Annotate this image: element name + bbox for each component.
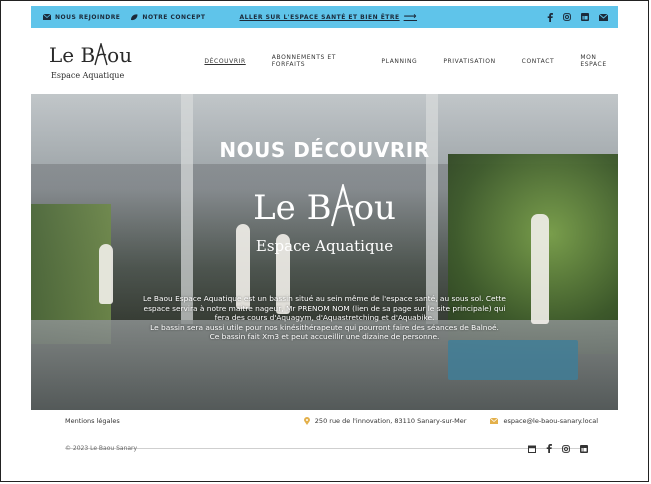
join-link[interactable]: NOUS REJOINDRE bbox=[43, 14, 120, 21]
copyright: © 2023 Le Baou Sanary bbox=[65, 445, 138, 452]
logo-a-mark-icon bbox=[94, 42, 108, 65]
logo-text-end: ou bbox=[107, 42, 133, 67]
main-nav: DÉCOUVRIR ABONNEMENTS ET FORFAITS PLANNI… bbox=[204, 54, 618, 68]
facebook-icon[interactable] bbox=[547, 12, 553, 22]
instagram-icon[interactable] bbox=[563, 13, 571, 21]
nav-contact[interactable]: CONTACT bbox=[522, 58, 555, 65]
instagram-icon[interactable] bbox=[562, 444, 570, 453]
calendar-icon[interactable] bbox=[528, 445, 536, 453]
hero-description-paragraph: Le Baou Espace Aquatique est un bassin s… bbox=[143, 294, 506, 322]
site-logo[interactable]: Le B ou Espace Aquatique bbox=[31, 42, 162, 80]
top-social-links bbox=[547, 12, 618, 22]
footer-address-text: 250 rue de l'innovation, 83110 Sanary-su… bbox=[314, 417, 467, 425]
facebook-icon[interactable] bbox=[546, 444, 552, 453]
envelope-icon bbox=[490, 418, 499, 424]
logo-subtitle: Espace Aquatique bbox=[51, 70, 125, 80]
leaf-icon bbox=[131, 13, 138, 20]
concept-label: NOTRE CONCEPT bbox=[142, 13, 206, 21]
site-footer: Mentions légales 250 rue de l'innovation… bbox=[31, 410, 618, 481]
hero-description-paragraph: Le bassin sera aussi utile pour nos kiné… bbox=[150, 322, 499, 332]
hero-logo-subtitle: Espace Aquatique bbox=[255, 237, 394, 255]
footer-info-row: Mentions légales 250 rue de l'innovation… bbox=[65, 417, 598, 425]
mail-icon[interactable] bbox=[599, 13, 608, 21]
nav-abonnements[interactable]: ABONNEMENTS ET FORFAITS bbox=[272, 54, 356, 68]
hero-section: NOUS DÉCOUVRIR Le B ou Espace Aquatique … bbox=[31, 94, 618, 410]
linkedin-icon[interactable] bbox=[580, 444, 588, 453]
site-header: Le B ou Espace Aquatique DÉCOUVRIR ABONN… bbox=[31, 28, 618, 94]
hero-logo-wordmark: Le B ou bbox=[253, 184, 396, 228]
logo-wordmark: Le B ou bbox=[49, 42, 162, 67]
map-pin-icon bbox=[303, 417, 310, 425]
envelope-icon bbox=[43, 14, 51, 20]
hero-logo-text-end: ou bbox=[353, 188, 396, 228]
footer-address: 250 rue de l'innovation, 83110 Sanary-su… bbox=[303, 417, 467, 425]
hero-description: Le Baou Espace Aquatique est un bassin s… bbox=[141, 294, 508, 342]
linkedin-icon[interactable] bbox=[581, 13, 589, 21]
hero-description-paragraph: Ce bassin fait Xm3 et peut accueillir un… bbox=[209, 332, 440, 341]
health-space-link[interactable]: ALLER SUR L'ESPACE SANTÉ ET BIEN ÊTRE ⟶ bbox=[239, 12, 417, 22]
arrow-right-icon: ⟶ bbox=[403, 12, 418, 22]
hero-logo: Le B ou Espace Aquatique bbox=[31, 184, 618, 255]
nav-decouvrir[interactable]: DÉCOUVRIR bbox=[204, 58, 245, 65]
footer-social-links bbox=[528, 444, 588, 453]
nav-planning[interactable]: PLANNING bbox=[381, 58, 417, 65]
footer-email[interactable]: espace@le-baou-sanary.local bbox=[490, 417, 598, 425]
footer-divider bbox=[65, 448, 588, 449]
legal-link[interactable]: Mentions légales bbox=[65, 417, 120, 425]
health-space-label: ALLER SUR L'ESPACE SANTÉ ET BIEN ÊTRE bbox=[239, 13, 400, 21]
hero-background-pool bbox=[448, 340, 578, 380]
top-bar: NOUS REJOINDRE NOTRE CONCEPT ALLER SUR L… bbox=[31, 6, 618, 28]
hero-title: NOUS DÉCOUVRIR bbox=[219, 138, 430, 162]
footer-email-text: espace@le-baou-sanary.local bbox=[503, 417, 598, 425]
hero-logo-a-mark-icon bbox=[330, 184, 355, 227]
hero-logo-text-start: Le B bbox=[253, 188, 332, 228]
join-label: NOUS REJOINDRE bbox=[55, 13, 121, 21]
logo-text-start: Le B bbox=[49, 42, 96, 67]
concept-link[interactable]: NOTRE CONCEPT bbox=[130, 14, 205, 21]
page: NOUS REJOINDRE NOTRE CONCEPT ALLER SUR L… bbox=[0, 0, 649, 482]
nav-mon-espace[interactable]: MON ESPACE bbox=[580, 54, 618, 68]
nav-privatisation[interactable]: PRIVATISATION bbox=[443, 58, 495, 65]
